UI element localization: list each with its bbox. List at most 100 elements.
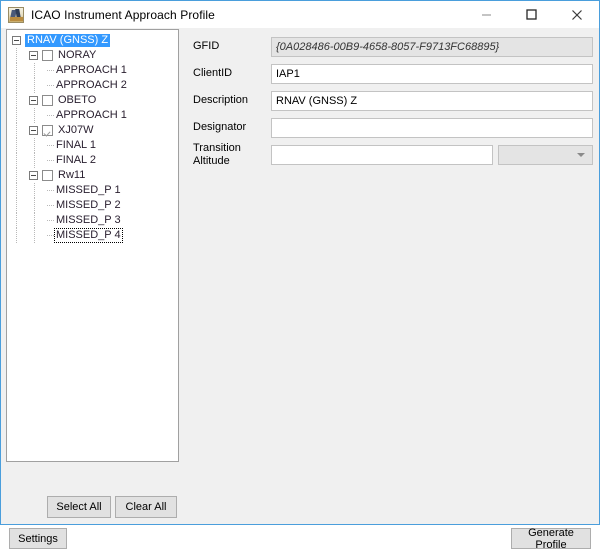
tree-node[interactable]: MISSED_P 3	[7, 213, 178, 228]
tree-connector-line	[47, 190, 54, 191]
tree-node[interactable]: RNAV (GNSS) Z	[7, 33, 178, 48]
tree-node-label: APPROACH 2	[56, 79, 127, 91]
tree-node-label: MISSED_P 1	[56, 184, 121, 196]
transition-altitude-input[interactable]	[271, 144, 494, 165]
tree-connector-line	[16, 183, 17, 198]
tree-node-checkbox[interactable]	[42, 125, 53, 136]
tree-connector-line	[47, 235, 54, 236]
select-all-button[interactable]: Select All	[47, 496, 111, 518]
approach-tree[interactable]: RNAV (GNSS) Z NORAY APPROACH 1 APPROACH 2 OB…	[6, 29, 179, 462]
gfid-label: GFID	[193, 40, 220, 52]
tree-node[interactable]: APPROACH 1	[7, 63, 178, 78]
tree-connector-line	[16, 48, 17, 63]
tree-node-label: MISSED_P 4	[54, 228, 123, 243]
clear-all-button[interactable]: Clear All	[115, 496, 177, 518]
tree-connector-line	[16, 93, 17, 108]
tree-connector-line	[34, 78, 35, 93]
tree-node[interactable]: FINAL 1	[7, 138, 178, 153]
close-icon	[571, 9, 582, 20]
tree-node-label: FINAL 1	[56, 139, 96, 151]
tree-connector-line	[34, 213, 35, 228]
tree-node[interactable]: APPROACH 2	[7, 78, 178, 93]
collapse-expander-icon[interactable]	[12, 36, 21, 45]
tree-connector-line	[34, 228, 35, 243]
tree-node-checkbox[interactable]	[42, 95, 53, 106]
tree-node-list: RNAV (GNSS) Z NORAY APPROACH 1 APPROACH 2 OB…	[7, 30, 178, 243]
tree-connector-line	[16, 198, 17, 213]
client-id-input[interactable]: IAP1	[271, 63, 593, 84]
minimize-button[interactable]	[464, 1, 509, 28]
window-title: ICAO Instrument Approach Profile	[31, 7, 215, 22]
tree-connector-line	[16, 213, 17, 228]
client-id-label: ClientID	[193, 67, 233, 79]
field-row-designator: Designator	[193, 117, 593, 138]
tree-node-checkbox[interactable]	[42, 50, 53, 61]
tree-connector-line	[16, 138, 17, 153]
tree-connector-line	[16, 228, 17, 243]
field-row-description: Description RNAV (GNSS) Z	[193, 90, 593, 111]
tree-node-label: RNAV (GNSS) Z	[25, 34, 111, 47]
tree-node[interactable]: XJ07W	[7, 123, 178, 138]
tree-node[interactable]: MISSED_P 4	[7, 228, 178, 243]
tree-connector-line	[47, 115, 54, 116]
transition-altitude-unit-select[interactable]	[498, 144, 593, 165]
generate-profile-button[interactable]: Generate Profile	[511, 527, 591, 551]
tree-connector-line	[34, 183, 35, 198]
tree-connector-line	[34, 153, 35, 168]
designator-input[interactable]	[271, 117, 593, 138]
maximize-icon	[526, 9, 537, 20]
tree-connector-line	[34, 108, 35, 123]
tree-connector-line	[16, 108, 17, 123]
collapse-expander-icon[interactable]	[29, 171, 38, 180]
description-input[interactable]: RNAV (GNSS) Z	[271, 90, 593, 111]
tree-node-label: FINAL 2	[56, 154, 96, 166]
tree-connector-line	[34, 63, 35, 78]
tree-node-label: APPROACH 1	[56, 109, 127, 121]
designator-label: Designator	[193, 121, 247, 133]
tree-node-label: OBETO	[58, 94, 97, 106]
tree-connector-line	[16, 78, 17, 93]
window-controls	[464, 1, 599, 28]
close-button[interactable]	[554, 1, 599, 28]
field-row-gfid: GFID {0A028486-00B9-4658-8057-F9713FC688…	[193, 36, 593, 57]
application-window: ICAO Instrument Approach Profile RNAV (G…	[0, 0, 600, 551]
tree-node-label: MISSED_P 3	[56, 214, 121, 226]
tree-node-label: NORAY	[58, 49, 97, 61]
tree-connector-line	[47, 70, 54, 71]
tree-node[interactable]: APPROACH 1	[7, 108, 178, 123]
tree-node-label: Rw11	[58, 169, 86, 181]
tree-connector-line	[47, 160, 54, 161]
tree-node[interactable]: Rw11	[7, 168, 178, 183]
tree-node[interactable]: MISSED_P 1	[7, 183, 178, 198]
tree-node[interactable]: MISSED_P 2	[7, 198, 178, 213]
collapse-expander-icon[interactable]	[29, 51, 38, 60]
collapse-expander-icon[interactable]	[29, 126, 38, 135]
app-icon	[8, 6, 24, 23]
collapse-expander-icon[interactable]	[29, 96, 38, 105]
profile-form: GFID {0A028486-00B9-4658-8057-F9713FC688…	[193, 36, 593, 171]
field-row-client-id: ClientID IAP1	[193, 63, 593, 84]
tree-node-label: XJ07W	[58, 124, 94, 136]
tree-node-checkbox[interactable]	[42, 170, 53, 181]
tree-node[interactable]: FINAL 2	[7, 153, 178, 168]
tree-connector-line	[16, 168, 17, 183]
tree-node[interactable]: OBETO	[7, 93, 178, 108]
maximize-button[interactable]	[509, 1, 554, 28]
description-label: Description	[193, 94, 249, 106]
tree-connector-line	[47, 205, 54, 206]
tree-connector-line	[34, 198, 35, 213]
tree-connector-line	[16, 123, 17, 138]
settings-button[interactable]: Settings	[9, 528, 67, 549]
tree-connector-line	[16, 63, 17, 78]
tree-connector-line	[47, 85, 54, 86]
field-row-transition-altitude: Transition Altitude	[193, 141, 593, 167]
tree-node[interactable]: NORAY	[7, 48, 178, 63]
gfid-field: {0A028486-00B9-4658-8057-F9713FC68895}	[271, 36, 593, 57]
chevron-down-icon	[577, 152, 585, 157]
transition-altitude-label: Transition Altitude	[193, 141, 241, 167]
minimize-icon	[482, 14, 491, 16]
title-bar: ICAO Instrument Approach Profile	[1, 1, 599, 28]
tree-node-label: APPROACH 1	[56, 64, 127, 76]
tree-node-label: MISSED_P 2	[56, 199, 121, 211]
tree-connector-line	[47, 145, 54, 146]
